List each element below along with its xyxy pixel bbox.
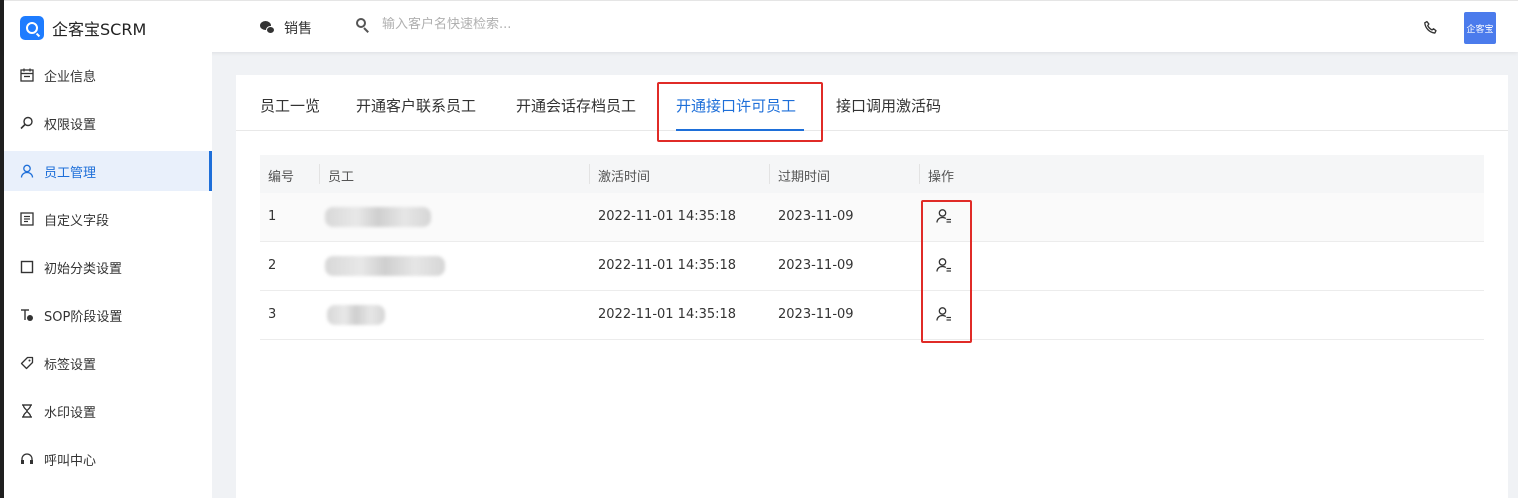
sidebar-item-custom-fields[interactable]: 自定义字段 <box>4 199 212 239</box>
sop-icon <box>20 308 34 322</box>
column-header-actions: 操作 <box>928 170 955 185</box>
tab-staff-overview[interactable]: 员工一览 <box>260 95 320 116</box>
customer-search <box>356 17 642 33</box>
row-activated: 2022-11-01 14:35:18 <box>598 258 737 273</box>
tab-session-archive-staff[interactable]: 开通会话存档员工 <box>516 95 636 116</box>
app-logo[interactable]: 企客宝SCRM <box>20 16 146 40</box>
tab-activation-codes[interactable]: 接口调用激活码 <box>836 95 941 116</box>
table-row: 2 2022-11-01 14:35:18 2023-11-09 <box>260 242 1484 291</box>
search-icon <box>356 17 370 33</box>
employee-name-blurred <box>327 305 385 325</box>
column-divider <box>589 164 590 184</box>
row-id: 3 <box>268 307 277 322</box>
sidebar: 企业信息 权限设置 员工管理 自定义字段 初始分类设置 SOP阶段设置 标签设置… <box>4 52 212 498</box>
table-row: 1 2022-11-01 14:35:18 2023-11-09 <box>260 193 1484 242</box>
sidebar-item-staff-management[interactable]: 员工管理 <box>4 151 212 191</box>
sidebar-item-tags[interactable]: 标签设置 <box>4 343 212 383</box>
highlight-box-actions <box>921 200 972 343</box>
tab-bar: 员工一览 开通客户联系员工 开通会话存档员工 开通接口许可员工 接口调用激活码 <box>236 75 1508 131</box>
avatar[interactable]: 企客宝 <box>1464 12 1496 44</box>
column-header-expires: 过期时间 <box>778 170 831 185</box>
sidebar-item-label: 员工管理 <box>44 165 97 181</box>
employee-name-blurred <box>325 207 431 227</box>
user-icon <box>20 164 34 178</box>
row-expires: 2023-11-09 <box>778 209 854 224</box>
wechat-icon <box>260 21 276 35</box>
row-activated: 2022-11-01 14:35:18 <box>598 209 737 224</box>
sidebar-item-label: SOP阶段设置 <box>44 309 123 325</box>
row-expires: 2023-11-09 <box>778 307 854 322</box>
row-id: 1 <box>268 209 277 224</box>
row-activated: 2022-11-01 14:35:18 <box>598 307 737 322</box>
column-divider <box>919 164 920 184</box>
search-input[interactable] <box>382 17 642 32</box>
top-header: 企客宝SCRM 销售 企客宝 <box>4 0 1518 52</box>
sidebar-item-call-center[interactable]: 呼叫中心 <box>4 439 212 479</box>
sidebar-item-initial-categories[interactable]: 初始分类设置 <box>4 247 212 287</box>
sidebar-item-label: 企业信息 <box>44 69 97 85</box>
channel-switcher[interactable]: 销售 <box>260 18 312 38</box>
sidebar-item-label: 初始分类设置 <box>44 261 123 277</box>
calendar-icon <box>20 68 34 82</box>
search-key-icon <box>20 116 34 130</box>
headset-icon <box>20 452 34 466</box>
hourglass-icon <box>20 404 34 418</box>
sidebar-item-label: 标签设置 <box>44 357 97 373</box>
tag-icon <box>20 356 34 370</box>
channel-label: 销售 <box>284 21 312 37</box>
app-name: 企客宝SCRM <box>52 20 147 39</box>
content-card: 员工一览 开通客户联系员工 开通会话存档员工 开通接口许可员工 接口调用激活码 … <box>236 75 1508 498</box>
sidebar-item-watermark[interactable]: 水印设置 <box>4 391 212 431</box>
row-expires: 2023-11-09 <box>778 258 854 273</box>
highlight-box-tab <box>657 82 823 142</box>
sidebar-item-company-info[interactable]: 企业信息 <box>4 55 212 95</box>
logo-icon <box>20 16 44 40</box>
column-header-activated: 激活时间 <box>598 170 651 185</box>
tab-customer-contact-staff[interactable]: 开通客户联系员工 <box>356 95 476 116</box>
table-header: 编号 员工 激活时间 过期时间 操作 <box>260 155 1484 193</box>
sidebar-item-label: 权限设置 <box>44 117 97 133</box>
column-divider <box>769 164 770 184</box>
sidebar-item-permissions[interactable]: 权限设置 <box>4 103 212 143</box>
phone-icon[interactable] <box>1422 19 1440 37</box>
sidebar-item-sop-stages[interactable]: SOP阶段设置 <box>4 295 212 335</box>
staff-table: 编号 员工 激活时间 过期时间 操作 1 2022-11-01 14:35:18… <box>260 155 1484 340</box>
square-icon <box>20 260 34 274</box>
sidebar-item-label: 水印设置 <box>44 405 97 421</box>
column-header-employee: 员工 <box>328 170 355 185</box>
employee-name-blurred <box>325 256 445 276</box>
form-icon <box>20 212 34 226</box>
sidebar-item-label: 自定义字段 <box>44 213 110 229</box>
row-id: 2 <box>268 258 277 273</box>
sidebar-item-label: 呼叫中心 <box>44 453 97 469</box>
column-header-id: 编号 <box>268 170 295 185</box>
table-row: 3 2022-11-01 14:35:18 2023-11-09 <box>260 291 1484 340</box>
column-divider <box>319 164 320 184</box>
